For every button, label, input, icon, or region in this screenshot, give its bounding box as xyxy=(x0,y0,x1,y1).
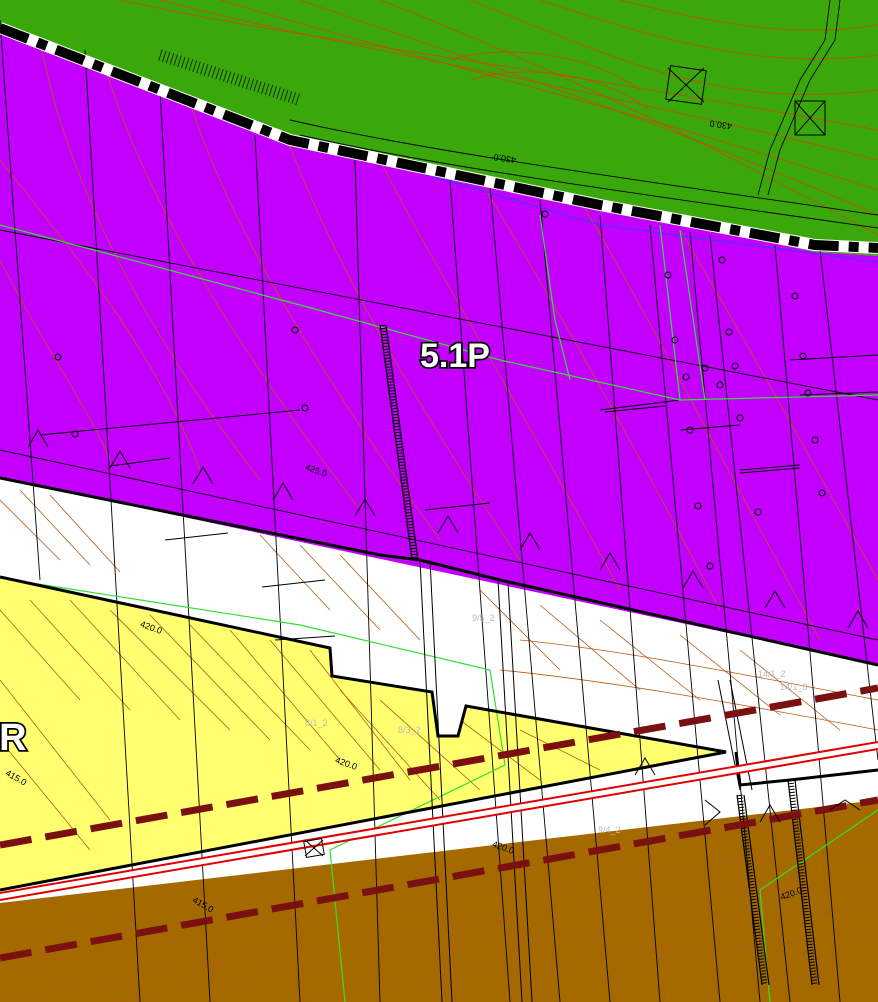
zone-label-3r[interactable]: 3R xyxy=(0,715,28,761)
parcel-label: 8/1_2 xyxy=(305,718,328,728)
parcel-label: 8/3_2 xyxy=(398,725,421,735)
land-use-map[interactable]: 430.0 430.0 425.0 420.0 420.0 420.0 415.… xyxy=(0,0,878,1002)
parcel-label: 14/1_2 xyxy=(758,669,786,679)
zone-label-5-1p[interactable]: 5.1P xyxy=(418,335,491,377)
parcel-label: 14/1_8 xyxy=(780,682,808,692)
parcel-label: 9/4_2 xyxy=(598,825,621,835)
parcel-label: 9/5_2 xyxy=(472,613,495,623)
